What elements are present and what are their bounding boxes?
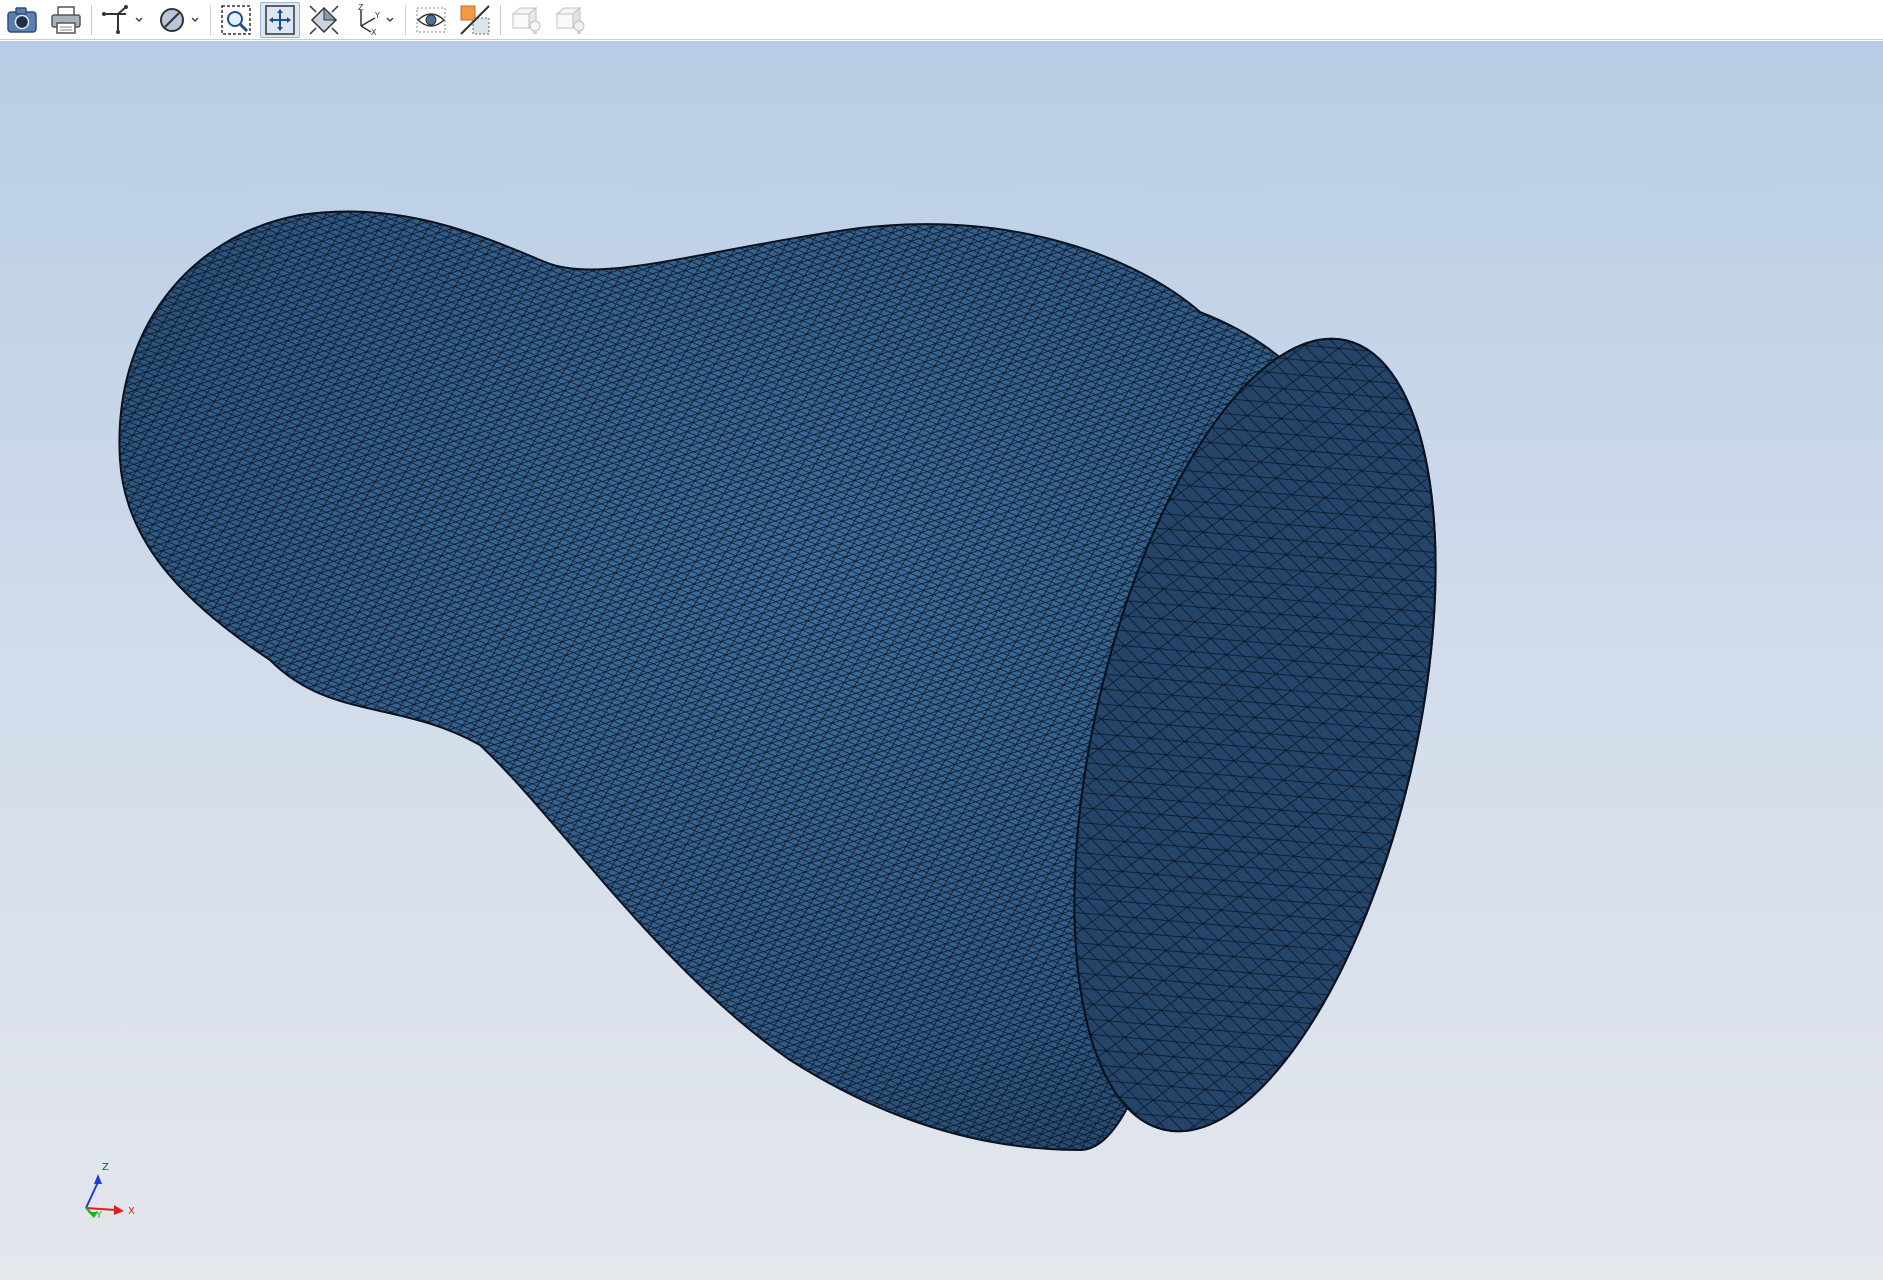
display-mode-dropdown[interactable] [153,2,205,38]
zoom-box-button[interactable] [216,2,256,38]
meshed-solid-model[interactable] [0,41,1883,1280]
toolbar-separator [210,4,211,35]
axis-orientation-icon: Z Y X [358,4,394,36]
screenshot-button[interactable] [2,2,42,38]
fit-all-button[interactable] [260,1,300,38]
section-cut-icon [460,4,490,35]
graphics-viewport[interactable]: Z Y X [0,41,1883,1280]
zoom-box-icon [221,4,251,35]
toolbar-separator [500,4,501,35]
axis-display-dropdown[interactable] [97,2,149,38]
light-box-icon [511,6,541,34]
triad-x-label: X [128,1206,135,1217]
svg-text:X: X [371,28,377,36]
toolbar-separator [91,4,92,35]
svg-text:Y: Y [374,11,380,20]
orientation-triad: Z Y X [85,1162,135,1221]
section-cut-button[interactable] [455,2,495,38]
axis-orientation-dropdown[interactable]: Z Y X [348,2,400,38]
light-box-button-1[interactable] [506,2,546,38]
triad-y-label: Y [95,1210,103,1221]
view-iso-icon [309,4,339,35]
axis-dropdown-icon [102,4,143,34]
light-box-icon [555,6,585,34]
visibility-eye-icon [416,7,446,32]
camera-icon [7,6,37,33]
display-mode-icon [160,7,199,32]
view-iso-button[interactable] [304,2,344,38]
svg-text:Z: Z [358,4,364,12]
light-box-button-2[interactable] [550,2,590,38]
triad-z-label: Z [102,1162,109,1173]
print-button[interactable] [46,2,86,38]
fit-all-icon [265,4,295,35]
print-icon [51,5,81,34]
view-toolbar: Z Y X [0,0,1883,40]
visibility-button[interactable] [411,2,451,38]
toolbar-separator [405,4,406,35]
